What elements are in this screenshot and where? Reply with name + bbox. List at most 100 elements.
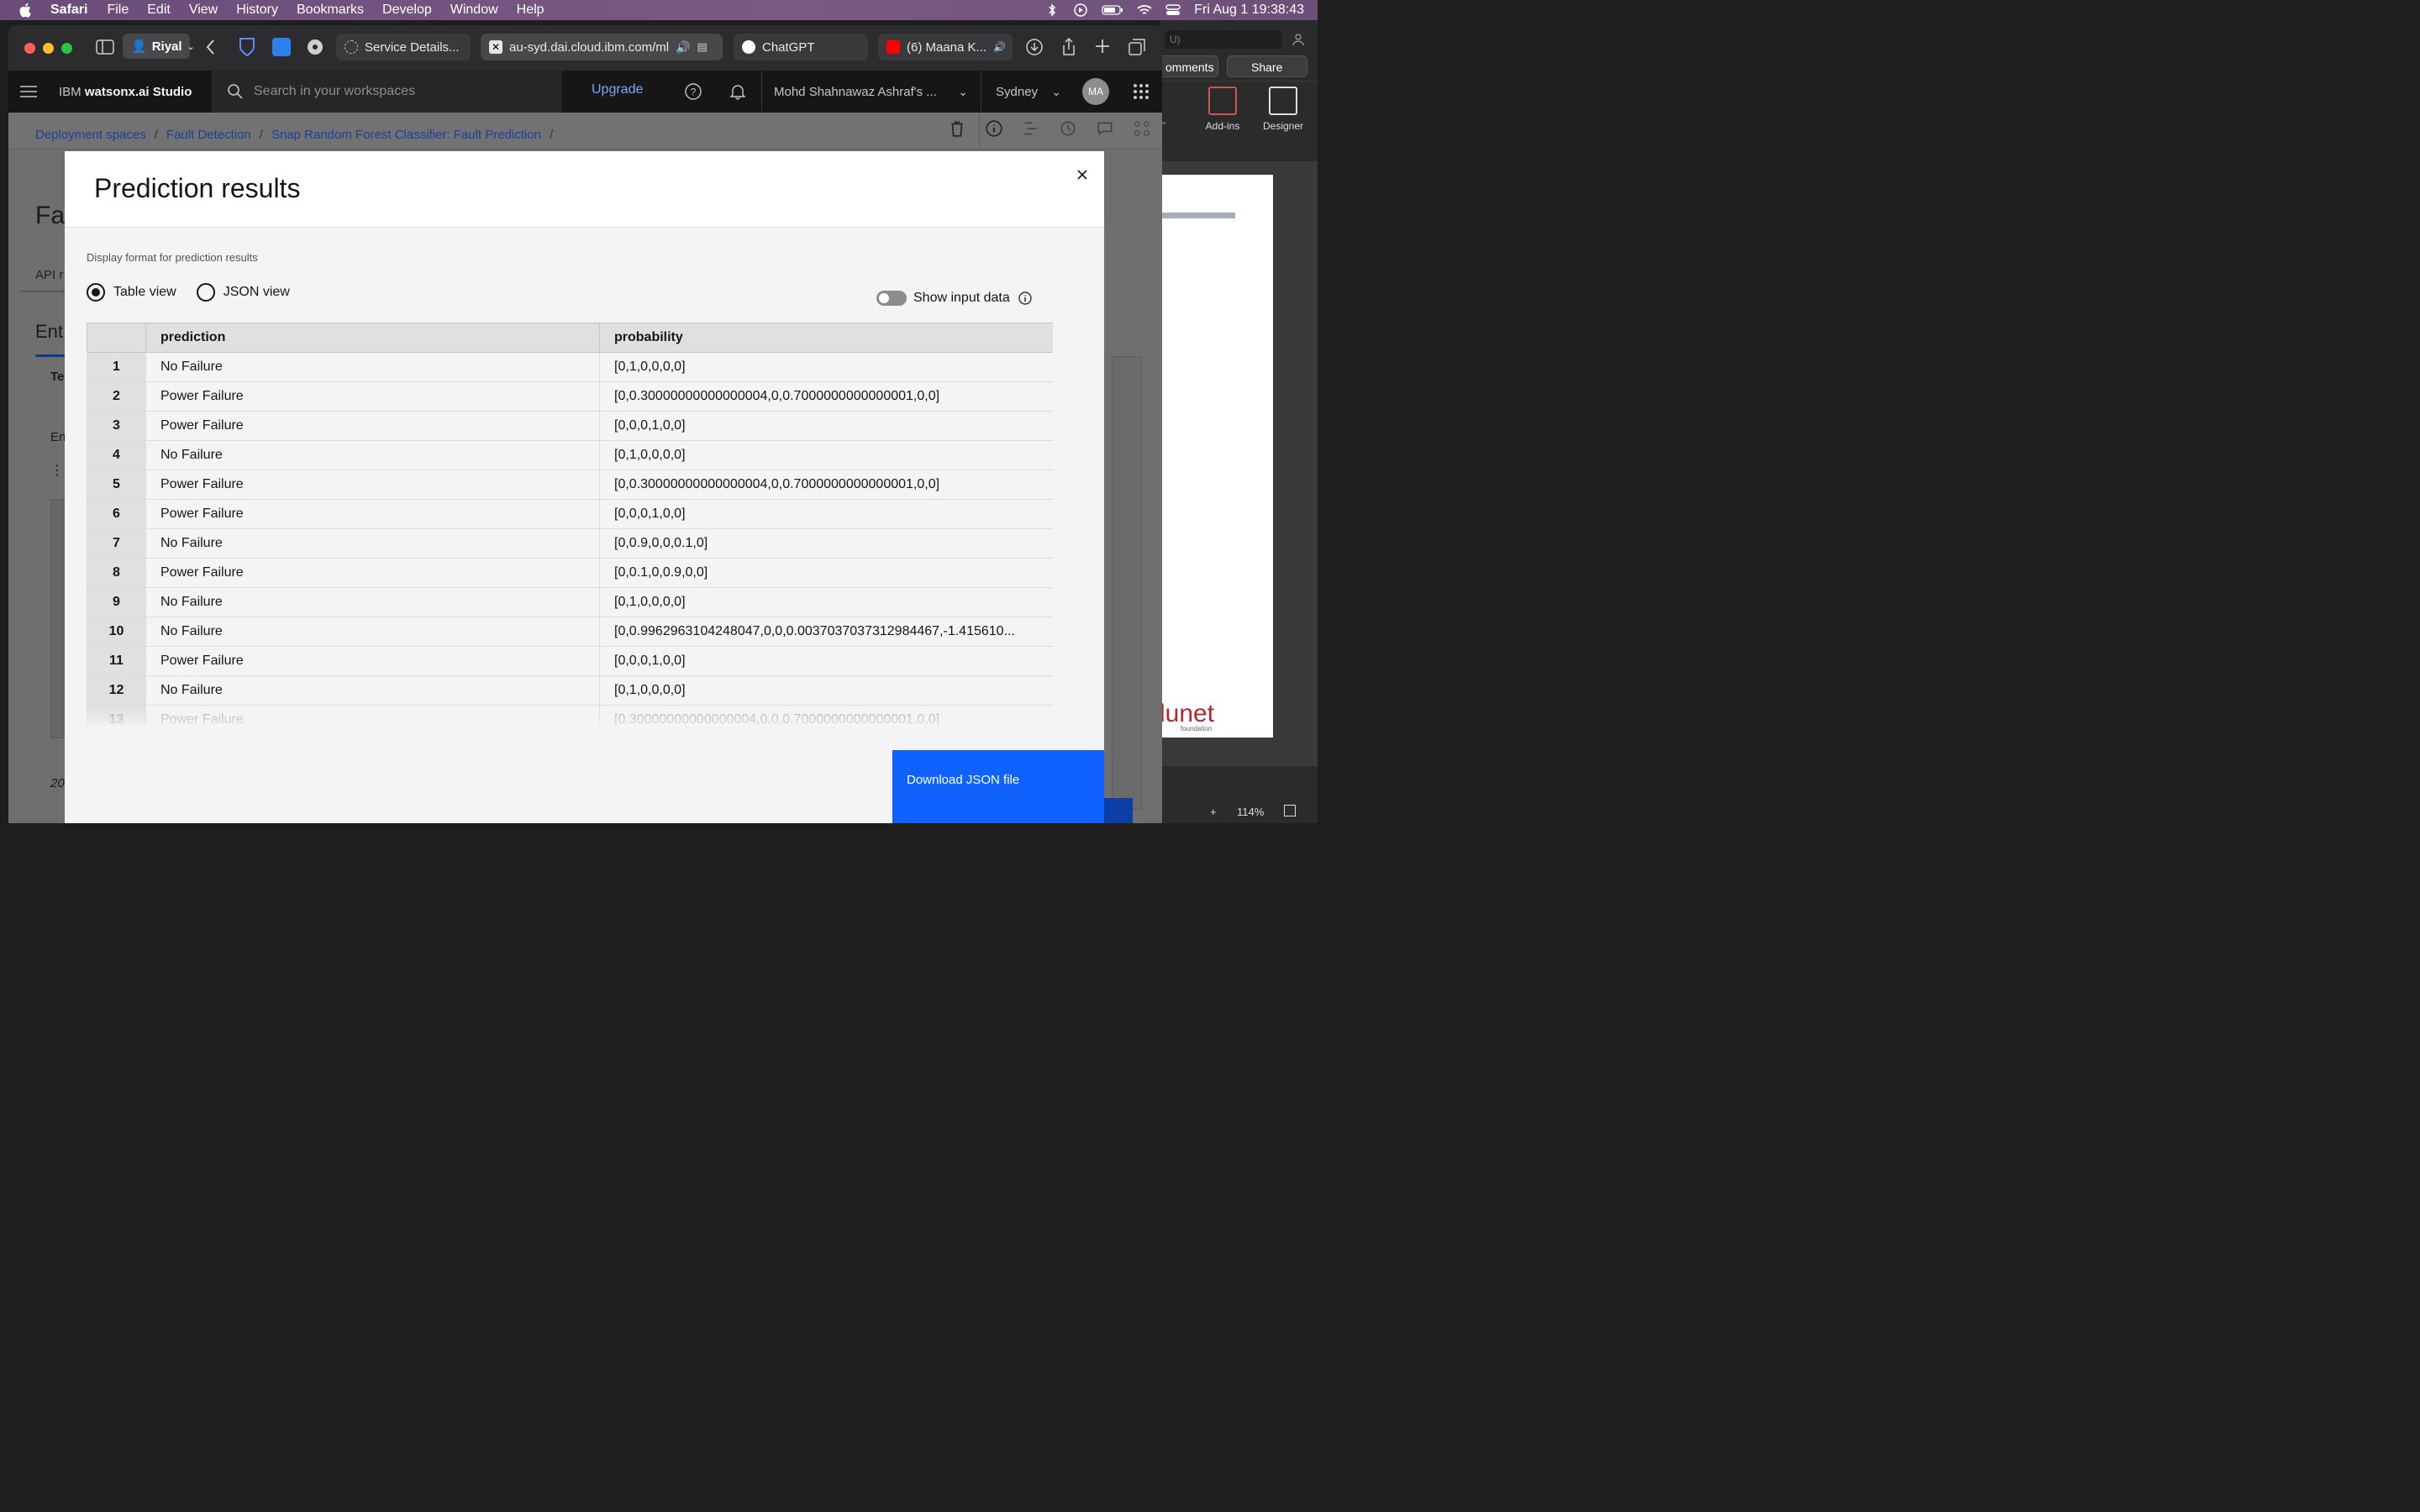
wifi-icon[interactable] xyxy=(1137,3,1152,17)
designer-button[interactable]: Designer xyxy=(1254,87,1313,132)
json-view-radio[interactable] xyxy=(196,283,215,302)
show-input-data-toggle[interactable] xyxy=(876,291,907,306)
probability-cell: [0,0,0,1,0,0] xyxy=(599,411,1053,441)
bitwarden-shield-icon[interactable] xyxy=(238,37,256,57)
audio-icon[interactable]: 🔊 xyxy=(993,41,1006,53)
menu-file[interactable]: File xyxy=(107,3,129,18)
trash-icon[interactable] xyxy=(948,119,966,138)
hamburger-menu-button[interactable] xyxy=(8,71,49,113)
probability-cell: [0,0.30000000000000004,0,0.7000000000000… xyxy=(599,470,1053,500)
play-icon[interactable] xyxy=(1073,3,1088,17)
logo-sub: foundation xyxy=(1181,725,1213,732)
show-input-data-label: Show input data xyxy=(913,291,1010,305)
table-row: 9 No Failure [0,1,0,0,0,0] xyxy=(87,587,1053,617)
table-view-radio[interactable] xyxy=(87,283,105,302)
word-search-field[interactable]: U) xyxy=(1165,30,1282,49)
upgrade-link[interactable]: Upgrade xyxy=(592,82,643,97)
overflow-menu-icon[interactable]: ⋮ xyxy=(50,462,64,479)
row-index: 1 xyxy=(87,352,146,382)
info-icon[interactable] xyxy=(1018,291,1032,305)
extension-puzzle-icon[interactable] xyxy=(306,38,324,56)
bluetooth-icon[interactable] xyxy=(1044,3,1060,17)
extension-icon[interactable] xyxy=(272,38,291,56)
history-icon[interactable] xyxy=(1059,119,1077,138)
background-button-edge xyxy=(1104,798,1133,823)
breadcrumb-separator: / xyxy=(259,128,263,142)
related-assets-icon[interactable] xyxy=(1133,119,1151,138)
menu-develop[interactable]: Develop xyxy=(382,3,432,18)
minimize-window-button[interactable] xyxy=(43,42,54,54)
battery-icon[interactable] xyxy=(1102,3,1123,17)
breadcrumb-separator: / xyxy=(549,128,554,142)
control-center-icon[interactable] xyxy=(1165,3,1181,17)
menu-bookmarks[interactable]: Bookmarks xyxy=(297,3,364,18)
download-json-button[interactable]: Download JSON file xyxy=(892,750,1104,823)
breadcrumb-model[interactable]: Snap Random Forest Classifier: Fault Pre… xyxy=(271,128,541,142)
text-tab-fragment[interactable]: Te xyxy=(50,370,64,384)
sidebar-toggle-icon[interactable] xyxy=(96,39,114,55)
account-switcher[interactable]: Mohd Shahnawaz Ashraf's ... ⌄ xyxy=(761,71,980,113)
menu-clock[interactable]: Fri Aug 1 19:38:43 xyxy=(1194,3,1304,18)
json-view-label[interactable]: JSON view xyxy=(224,285,290,300)
avatar[interactable]: MA xyxy=(1082,78,1109,105)
probability-cell: [0,1,0,0,0,0] xyxy=(599,440,1053,470)
add-ins-icon xyxy=(1208,87,1237,115)
zoom-window-button[interactable] xyxy=(61,42,72,54)
menu-view[interactable]: View xyxy=(189,3,218,18)
table-row: 8 Power Failure [0,0.1,0,0.9,0,0] xyxy=(87,558,1053,588)
close-modal-button[interactable] xyxy=(1072,165,1092,185)
breadcrumb-deployment-spaces[interactable]: Deployment spaces xyxy=(35,128,146,142)
profile-button[interactable]: 👤 Riyal ⌄ xyxy=(123,34,195,59)
prediction-cell: No Failure xyxy=(145,587,600,617)
share-button[interactable]: Share xyxy=(1227,55,1307,77)
fit-page-icon[interactable] xyxy=(1284,805,1296,816)
menu-history[interactable]: History xyxy=(236,3,278,18)
audio-playing-icon[interactable]: 🔊 xyxy=(676,40,690,55)
comments-button[interactable]: omments xyxy=(1156,55,1218,77)
help-icon[interactable]: ? xyxy=(685,83,702,100)
close-window-button[interactable] xyxy=(24,42,35,54)
workspace-search[interactable]: Search in your workspaces xyxy=(212,71,562,113)
lineage-icon[interactable] xyxy=(1022,119,1040,138)
tab-ibm-active[interactable]: ✕ au-syd.dai.cloud.ibm.com/ml 🔊 ▤ xyxy=(481,34,723,60)
tab-overview-icon[interactable] xyxy=(1128,38,1146,56)
row-index: 12 xyxy=(87,675,146,706)
add-ins-button[interactable]: Add-ins xyxy=(1193,87,1252,132)
app-switcher-icon[interactable] xyxy=(1133,83,1150,100)
back-icon[interactable] xyxy=(205,38,217,56)
product-name[interactable]: IBM watsonx.ai Studio xyxy=(59,85,210,99)
search-input[interactable]: Search in your workspaces xyxy=(254,84,415,99)
comment-icon[interactable] xyxy=(1096,119,1114,138)
menu-app-name[interactable]: Safari xyxy=(50,3,87,18)
tab-close-icon[interactable]: ✕ xyxy=(489,40,502,54)
new-tab-icon[interactable] xyxy=(1094,38,1111,55)
menu-window[interactable]: Window xyxy=(450,3,498,18)
region-switcher[interactable]: Sydney ⌄ xyxy=(981,71,1075,113)
prediction-cell: No Failure xyxy=(145,675,600,706)
prediction-cell: Power Failure xyxy=(145,499,600,529)
tab-youtube[interactable]: (6) Maana K... 🔊 xyxy=(878,34,1013,60)
index-column-header xyxy=(87,323,146,353)
prediction-cell: Power Failure xyxy=(145,411,600,441)
table-view-label[interactable]: Table view xyxy=(113,285,176,300)
results-table-container[interactable]: prediction probability 1 No Failure [0,1,0… xyxy=(87,323,1053,726)
reader-icon[interactable]: ▤ xyxy=(697,40,707,54)
account-name: Mohd Shahnawaz Ashraf's ... xyxy=(774,84,937,99)
logo-word: lunet xyxy=(1160,700,1215,727)
info-icon[interactable] xyxy=(985,119,1003,138)
menu-help[interactable]: Help xyxy=(517,3,544,18)
breadcrumb-fault-detection[interactable]: Fault Detection xyxy=(166,128,251,142)
share-icon[interactable] xyxy=(1060,37,1077,57)
tab-chatgpt[interactable]: ChatGPT xyxy=(734,34,868,60)
person-icon[interactable] xyxy=(1291,32,1306,47)
menu-edit[interactable]: Edit xyxy=(147,3,171,18)
apple-logo-icon[interactable] xyxy=(18,3,34,18)
notification-bell-icon[interactable] xyxy=(729,83,746,100)
zoom-plus-icon[interactable]: + xyxy=(1210,806,1217,818)
downloads-icon[interactable] xyxy=(1025,38,1044,56)
tab-fragment[interactable]: API r xyxy=(35,268,63,282)
tab-service-details[interactable]: Service Details... xyxy=(336,34,471,60)
breadcrumb-separator: / xyxy=(154,128,158,142)
zoom-level[interactable]: 114% xyxy=(1237,806,1264,818)
probability-cell: [0,0.9,0,0,0.1,0] xyxy=(599,528,1053,559)
